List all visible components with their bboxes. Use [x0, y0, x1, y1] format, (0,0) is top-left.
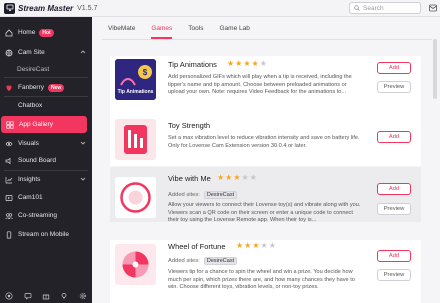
added-sites: Added sites: DesireCast	[168, 191, 238, 199]
sidebar-item-label: App Gallery	[19, 121, 53, 128]
co-streaming-icon	[4, 211, 13, 220]
search-input[interactable]: Search	[349, 2, 421, 14]
app-title: Toy Strength	[168, 121, 211, 130]
sidebar-item-label: Cam Site	[18, 49, 45, 56]
preview-button[interactable]: Preview	[377, 81, 411, 93]
gift-icon[interactable]	[41, 292, 50, 301]
add-button[interactable]: Add	[377, 250, 411, 262]
sidebar-item-label: Chatbox	[18, 102, 43, 109]
tab-tools[interactable]: Tools	[188, 17, 203, 39]
chevron-down-icon[interactable]	[80, 140, 86, 146]
rating-stars: ★★★★★	[217, 173, 258, 182]
added-sites: Added sites: DesireCast	[168, 257, 238, 265]
bulb-icon[interactable]	[60, 292, 69, 301]
sidebar-item-fanberry[interactable]: Fanberry New	[0, 79, 92, 96]
app-description: Allow your viewers to connect their Love…	[168, 202, 361, 223]
app-name: Stream Master	[18, 3, 74, 13]
sidebar-divider	[4, 77, 88, 78]
chevron-down-icon[interactable]	[80, 176, 86, 182]
rating-stars: ★★★★★	[236, 241, 277, 250]
added-sites-label: Added sites:	[168, 258, 200, 264]
sidebar-item-label: Co-streaming	[18, 212, 58, 219]
thumbnail-caption: Tip Animations	[117, 89, 154, 95]
sidebar-item-sound-board[interactable]: Sound Board	[0, 152, 92, 169]
preview-button[interactable]: Preview	[377, 269, 411, 281]
sidebar-item-chatbox[interactable]: Chatbox	[0, 97, 92, 114]
fanberry-icon	[4, 83, 13, 92]
tab-game-lab[interactable]: Game Lab	[219, 17, 249, 39]
tab-games[interactable]: Games	[151, 17, 172, 39]
app-title: Tip Animations	[168, 60, 217, 69]
sidebar-item-visuals[interactable]: Visuals	[0, 135, 92, 152]
sidebar-footer	[0, 289, 92, 303]
app-title: Vibe with Me	[168, 174, 211, 183]
home-icon	[4, 28, 13, 37]
wheel-of-fortune-thumbnail	[115, 244, 156, 285]
sidebar-item-label: Home	[18, 29, 36, 36]
added-sites-label: Added sites:	[168, 192, 200, 198]
sidebar-item-label: Cam101	[18, 194, 43, 201]
mobile-icon	[4, 230, 13, 239]
vibe-with-me-thumbnail	[115, 177, 156, 218]
add-button[interactable]: Add	[377, 183, 411, 195]
app-gallery-icon	[5, 120, 14, 129]
rating-stars: ★★★★★	[227, 59, 268, 68]
app-card-wheel-of-fortune: Wheel of Fortune ★★★★★ Added sites: Desi…	[110, 240, 421, 303]
sidebar-item-cam-site[interactable]: Cam Site	[0, 44, 92, 61]
sound-board-icon	[4, 156, 13, 165]
preview-button[interactable]: Preview	[377, 203, 411, 215]
sidebar-item-home[interactable]: Home Hot	[0, 24, 92, 41]
app-title: Wheel of Fortune	[168, 242, 226, 251]
hot-badge: Hot	[39, 28, 54, 37]
heart-icon[interactable]	[5, 292, 14, 301]
sidebar-item-stream-on-mobile[interactable]: Stream on Mobile	[0, 226, 92, 243]
app-description: Add personalized GIFs which will play wh…	[168, 74, 352, 95]
sidebar-item-label: Visuals	[18, 140, 39, 147]
app-card-tip-animations: $ Tip Animations Tip Animations ★★★★★ Ad…	[110, 56, 421, 111]
sidebar-item-label: Sound Board	[18, 157, 56, 164]
settings-icon[interactable]	[78, 292, 87, 301]
search-placeholder: Search	[363, 4, 384, 12]
app-version: V1.5.7	[77, 4, 98, 12]
site-tag: DesireCast	[203, 257, 238, 265]
sidebar: Home Hot Cam Site DesireCast Fanberry Ne…	[0, 17, 92, 303]
new-badge: New	[48, 83, 65, 92]
title-bar: Stream Master V1.5.7 Search	[0, 0, 440, 17]
app-description: Viewers tip for a chance to spin the whe…	[168, 269, 355, 290]
tip-animations-thumbnail: $ Tip Animations	[115, 59, 156, 100]
insights-icon	[4, 175, 13, 184]
tab-divider	[102, 39, 432, 40]
cam-site-icon	[4, 48, 13, 57]
svg-text:$: $	[143, 68, 148, 77]
chevron-up-icon[interactable]	[80, 49, 86, 55]
main-content: VibeMate Games Tools Game Lab $ Tip Anim…	[92, 17, 440, 303]
app-card-toy-strength: Toy Strength Set a max vibration level t…	[110, 111, 421, 166]
sidebar-item-label: Stream on Mobile	[18, 231, 69, 238]
scrollbar[interactable]	[433, 39, 437, 99]
notification-icon[interactable]	[428, 3, 438, 13]
sidebar-item-app-gallery[interactable]: App Gallery	[1, 116, 87, 133]
sidebar-item-insights[interactable]: Insights	[0, 171, 92, 188]
add-button[interactable]: Add	[377, 131, 411, 143]
sidebar-item-label: Insights	[18, 176, 41, 183]
app-description: Set a max vibration level to reduce vibr…	[168, 135, 360, 149]
sidebar-subitem-desirecast[interactable]: DesireCast	[17, 66, 49, 73]
sidebar-item-label: Fanberry	[18, 84, 45, 91]
tab-bar: VibeMate Games Tools Game Lab	[108, 17, 266, 39]
sidebar-item-cam101[interactable]: Cam101	[0, 189, 92, 206]
site-tag: DesireCast	[203, 191, 238, 199]
toy-strength-thumbnail	[115, 119, 156, 160]
chat-icon[interactable]	[23, 292, 32, 301]
cam101-icon	[4, 193, 13, 202]
add-button[interactable]: Add	[377, 62, 411, 74]
visuals-icon	[4, 139, 13, 148]
sidebar-item-co-streaming[interactable]: Co-streaming	[0, 207, 92, 224]
app-logo	[4, 2, 15, 14]
tab-vibemate[interactable]: VibeMate	[108, 17, 135, 39]
app-card-vibe-with-me: Vibe with Me ★★★★★ Added sites: DesireCa…	[110, 167, 421, 223]
search-icon	[354, 5, 360, 11]
chatbox-icon	[4, 101, 13, 110]
